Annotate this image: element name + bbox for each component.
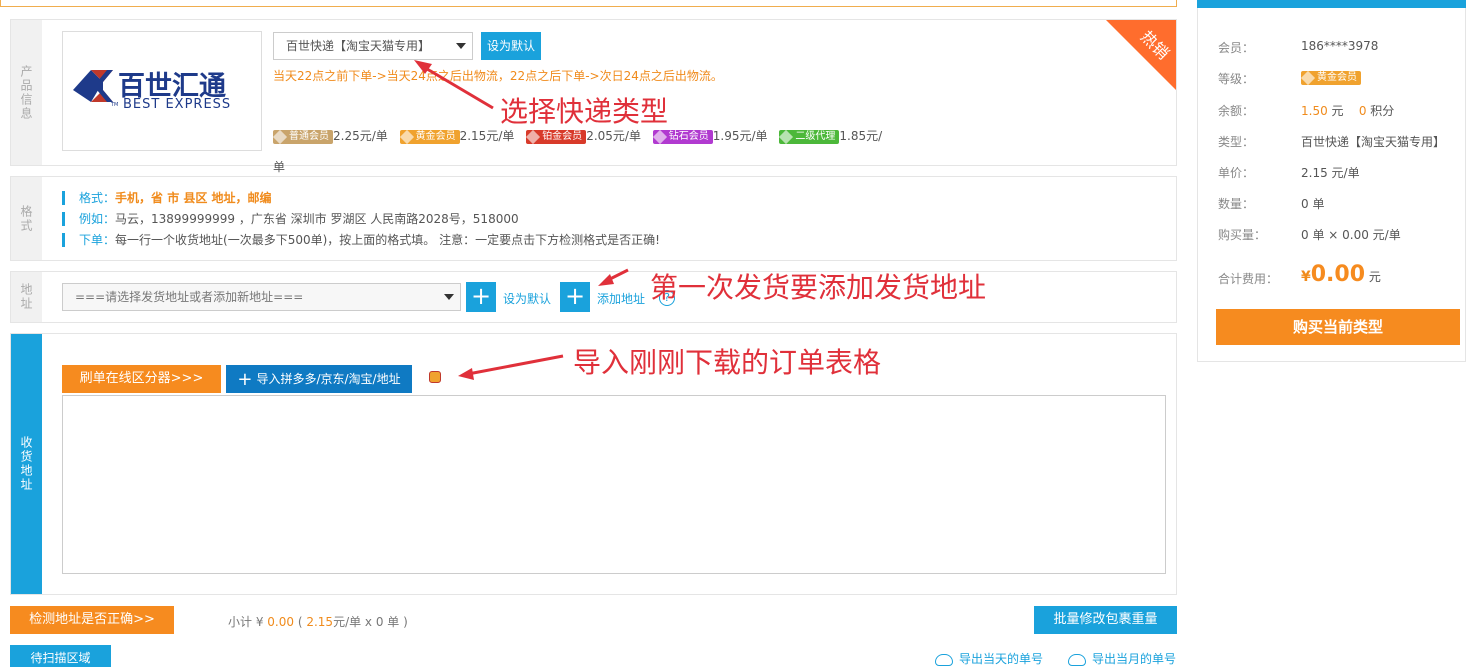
annotation-import-orders: 导入刚刚下载的订单表格: [573, 346, 882, 379]
annotation-arrows: [414, 60, 629, 380]
annotation-select-express: 选择快递类型: [500, 95, 669, 128]
annotation-add-sender-address: 第一次发货要添加发货地址: [650, 271, 987, 304]
